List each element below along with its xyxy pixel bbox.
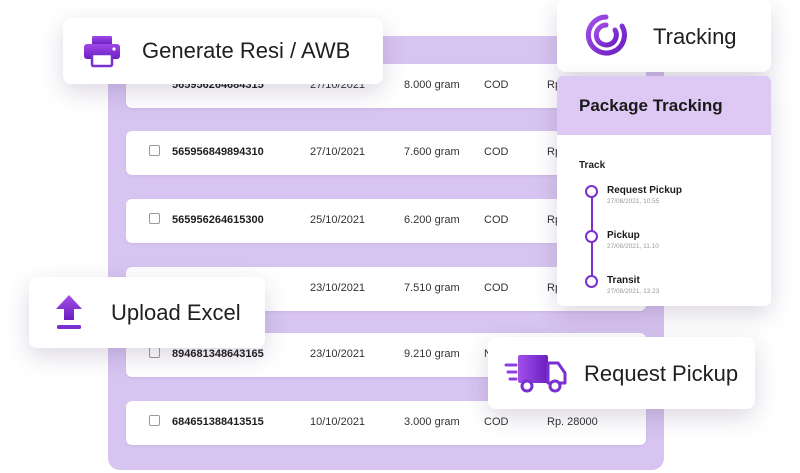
payment-method: COD bbox=[484, 79, 509, 91]
shipment-price: Rp. 28000 bbox=[547, 416, 598, 428]
request-pickup-card[interactable]: Request Pickup bbox=[488, 337, 755, 409]
row-checkbox[interactable] bbox=[149, 347, 160, 358]
step-title: Transit bbox=[607, 275, 640, 286]
shipment-id: 894681348643165 bbox=[172, 348, 264, 360]
timeline-dot bbox=[585, 185, 598, 198]
payment-method: COD bbox=[484, 416, 509, 428]
shipment-date: 23/10/2021 bbox=[310, 348, 366, 360]
tracking-label: Tracking bbox=[653, 24, 737, 49]
shipment-weight: 3.000 gram bbox=[404, 416, 460, 428]
payment-method: COD bbox=[484, 214, 509, 226]
timeline-dot bbox=[585, 275, 598, 288]
shipment-weight: 9.210 gram bbox=[404, 348, 460, 360]
track-section-label: Track bbox=[579, 160, 606, 171]
tracking-header: Package Tracking bbox=[557, 76, 771, 135]
shipment-date: 10/10/2021 bbox=[310, 416, 366, 428]
payment-method: COD bbox=[484, 282, 509, 294]
upload-icon bbox=[56, 295, 82, 329]
upload-excel-card[interactable]: Upload Excel bbox=[29, 277, 265, 348]
shipment-id: 684651388413515 bbox=[172, 416, 264, 428]
row-checkbox[interactable] bbox=[149, 213, 160, 224]
shipment-id: 565956264615300 bbox=[172, 214, 264, 226]
upload-excel-label: Upload Excel bbox=[111, 300, 241, 325]
generate-resi-label: Generate Resi / AWB bbox=[142, 38, 351, 63]
target-icon bbox=[585, 14, 627, 56]
shipment-weight: 7.510 gram bbox=[404, 282, 460, 294]
truck-icon bbox=[504, 355, 567, 393]
step-time: 27/08/2021, 10.55 bbox=[607, 198, 660, 205]
printer-icon bbox=[84, 36, 120, 68]
tracking-card[interactable]: Tracking bbox=[557, 0, 771, 72]
tracking-title: Package Tracking bbox=[579, 96, 723, 115]
shipment-weight: 6.200 gram bbox=[404, 214, 460, 226]
shipment-weight: 7.600 gram bbox=[404, 146, 460, 158]
shipment-id: 565956849894310 bbox=[172, 146, 264, 158]
shipment-date: 27/10/2021 bbox=[310, 146, 366, 158]
row-checkbox[interactable] bbox=[149, 145, 160, 156]
shipment-date: 23/10/2021 bbox=[310, 282, 366, 294]
request-pickup-label: Request Pickup bbox=[584, 361, 739, 386]
step-time: 27/08/2021, 11.10 bbox=[607, 243, 659, 250]
step-title: Pickup bbox=[607, 230, 640, 241]
generate-resi-card[interactable]: Generate Resi / AWB bbox=[63, 18, 383, 84]
payment-method: COD bbox=[484, 146, 509, 158]
step-time: 27/08/2021, 13.23 bbox=[607, 288, 660, 295]
shipment-weight: 8.000 gram bbox=[404, 79, 460, 91]
row-checkbox[interactable] bbox=[149, 415, 160, 426]
package-tracking-panel: Package Tracking Track Request Pickup 27… bbox=[557, 76, 771, 306]
timeline-dot bbox=[585, 230, 598, 243]
step-title: Request Pickup bbox=[607, 185, 683, 196]
shipment-date: 25/10/2021 bbox=[310, 214, 366, 226]
